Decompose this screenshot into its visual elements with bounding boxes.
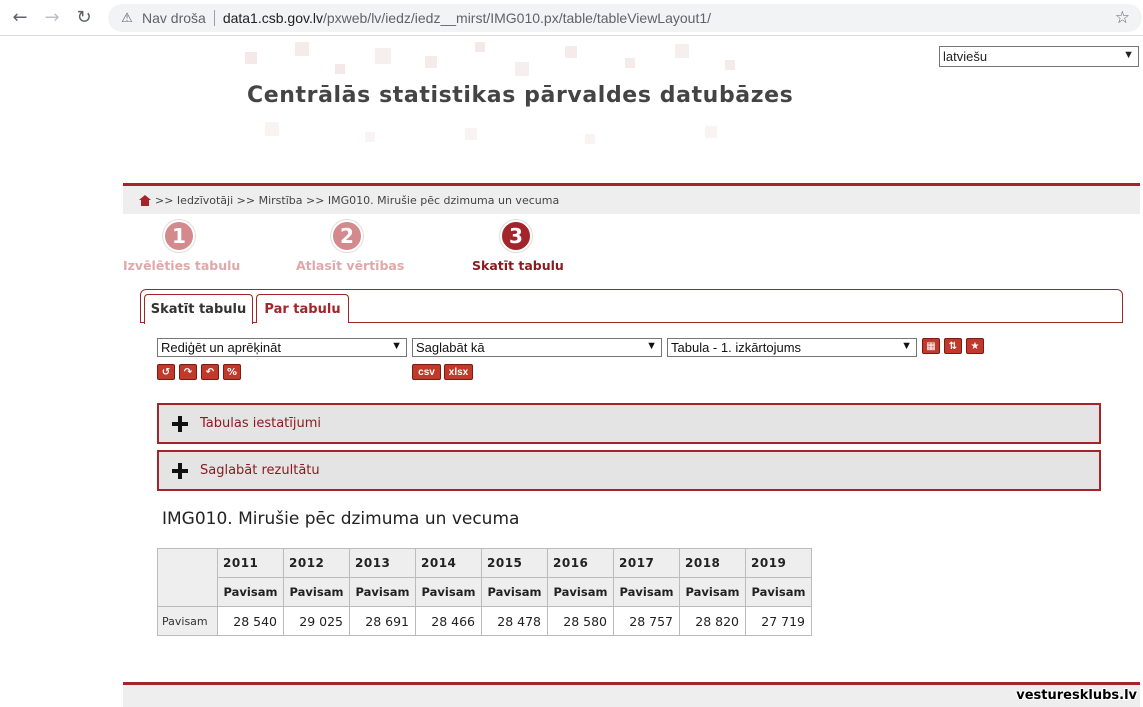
sort-icon[interactable]: ⇅: [944, 338, 962, 354]
chevron-down-icon: ▼: [646, 340, 657, 352]
address-bar[interactable]: ⚠ Nav droša data1.csb.gov.lv/pxweb/lv/ie…: [108, 4, 1142, 32]
step-label: Izvēlēties tabulu: [123, 258, 241, 273]
sub-header: Pavisam: [613, 577, 680, 607]
sub-header: Pavisam: [679, 577, 746, 607]
year-header: 2013: [349, 548, 416, 578]
chevron-down-icon: ▼: [1123, 49, 1134, 61]
save-result-accordion[interactable]: Saglabāt rezultātu: [157, 450, 1101, 491]
pivot-clockwise-icon[interactable]: ↷: [179, 364, 197, 380]
url-text: data1.csb.gov.lv/pxweb/lv/iedz/iedz__mir…: [223, 10, 711, 26]
step-select-table[interactable]: 1 Izvēlēties tabulu: [123, 220, 241, 273]
sub-header: Pavisam: [547, 577, 614, 607]
step-number: 2: [331, 220, 363, 252]
footer-bar: [123, 682, 1140, 707]
accordion-label: Tabulas iestatījumi: [200, 416, 322, 431]
table-cell: 27 719: [745, 606, 812, 636]
table-corner-cell: [157, 548, 218, 607]
xlsx-button[interactable]: xlsx: [444, 364, 473, 380]
language-select[interactable]: latviešu ▼: [939, 46, 1139, 67]
table-cell: 28 466: [415, 606, 482, 636]
year-header: 2014: [415, 548, 482, 578]
watermark: vesturesklubs.lv: [1016, 688, 1137, 703]
breadcrumb: >> Iedzīvotāji >> Mirstība >> IMG010. Mi…: [123, 186, 1140, 214]
year-header: 2011: [217, 548, 284, 578]
table-cell: 28 580: [547, 606, 614, 636]
data-table: 2011 2012 2013 2014 2015 2016 2017 2018 …: [157, 548, 812, 636]
forward-arrow-icon[interactable]: →: [40, 6, 64, 30]
year-header: 2017: [613, 548, 680, 578]
reload-icon[interactable]: ↻: [72, 6, 96, 30]
table-row: Pavisam 28 540 29 025 28 691 28 466 28 4…: [157, 606, 812, 636]
browser-toolbar: ← → ↻ ⚠ Nav droša data1.csb.gov.lv/pxweb…: [0, 0, 1143, 36]
table-cell: 28 478: [481, 606, 548, 636]
row-header: Pavisam: [157, 606, 218, 636]
plus-icon: [172, 462, 188, 479]
sub-header: Pavisam: [745, 577, 812, 607]
year-header: 2018: [679, 548, 746, 578]
sub-header: Pavisam: [415, 577, 482, 607]
year-header: 2015: [481, 548, 548, 578]
step-label: Atlasīt vērtības: [296, 258, 405, 273]
back-arrow-icon[interactable]: ←: [8, 6, 32, 30]
bookmark-star-icon[interactable]: ☆: [1115, 8, 1130, 28]
year-header-row: 2011 2012 2013 2014 2015 2016 2017 2018 …: [157, 548, 812, 607]
favorite-star-icon[interactable]: ★: [966, 338, 984, 354]
table-title: IMG010. Mirušie pēc dzimuma un vecuma: [162, 509, 520, 529]
table-view-icon[interactable]: ▦: [922, 338, 940, 354]
breadcrumb-path[interactable]: >> Iedzīvotāji >> Mirstība >> IMG010. Mi…: [155, 194, 559, 207]
percent-icon[interactable]: %: [223, 364, 241, 380]
step-label: Skatīt tabulu: [472, 258, 564, 273]
table-cell: 28 691: [349, 606, 416, 636]
year-header: 2019: [745, 548, 812, 578]
edit-calculate-select[interactable]: Rediģēt un aprēķināt ▼: [157, 338, 407, 357]
step-select-values[interactable]: 2 Atlasīt vērtības: [296, 220, 405, 273]
table-cell: 28 540: [217, 606, 284, 636]
year-header: 2016: [547, 548, 614, 578]
warning-icon[interactable]: ⚠: [120, 10, 134, 25]
step-number: 1: [163, 220, 195, 252]
layout-select-value: Tabula - 1. izkārtojums: [671, 340, 802, 355]
security-label: Nav droša: [142, 10, 206, 26]
table-cell: 28 757: [613, 606, 680, 636]
sub-header: Pavisam: [481, 577, 548, 607]
save-select-value: Saglabāt kā: [416, 340, 485, 355]
pivot-icon[interactable]: ↺: [157, 364, 175, 380]
save-as-select[interactable]: Saglabāt kā ▼: [412, 338, 662, 357]
table-cell: 29 025: [283, 606, 350, 636]
year-header: 2012: [283, 548, 350, 578]
sub-header: Pavisam: [349, 577, 416, 607]
url-host: data1.csb.gov.lv: [222, 10, 323, 26]
table-settings-accordion[interactable]: Tabulas iestatījumi: [157, 403, 1101, 444]
table-cell: 28 820: [679, 606, 746, 636]
sub-header: Pavisam: [283, 577, 350, 607]
csv-button[interactable]: csv: [412, 364, 441, 380]
plus-icon: [172, 415, 188, 432]
chevron-down-icon: ▼: [901, 340, 912, 352]
accordion-label: Saglabāt rezultātu: [200, 463, 320, 478]
edit-select-value: Rediģēt un aprēķināt: [161, 340, 281, 355]
page-title: Centrālās statistikas pārvaldes datubāze…: [247, 83, 794, 108]
url-path: /pxweb/lv/iedz/iedz__mirst/IMG010.px/tab…: [322, 10, 712, 26]
chevron-down-icon: ▼: [391, 340, 402, 352]
layout-select[interactable]: Tabula - 1. izkārtojums ▼: [667, 338, 917, 357]
sub-header: Pavisam: [217, 577, 284, 607]
address-separator: [213, 10, 215, 26]
pivot-counterclockwise-icon[interactable]: ↶: [201, 364, 219, 380]
sub-header-row: Pavisam Pavisam Pavisam Pavisam Pavisam …: [158, 577, 812, 607]
step-number: 3: [500, 220, 532, 252]
tab-about-table[interactable]: Par tabulu: [256, 294, 349, 323]
tab-view-table[interactable]: Skatīt tabulu: [144, 294, 253, 324]
language-selected-value: latviešu: [943, 49, 988, 64]
step-view-table: 3 Skatīt tabulu: [472, 220, 564, 273]
home-icon[interactable]: [139, 194, 151, 206]
